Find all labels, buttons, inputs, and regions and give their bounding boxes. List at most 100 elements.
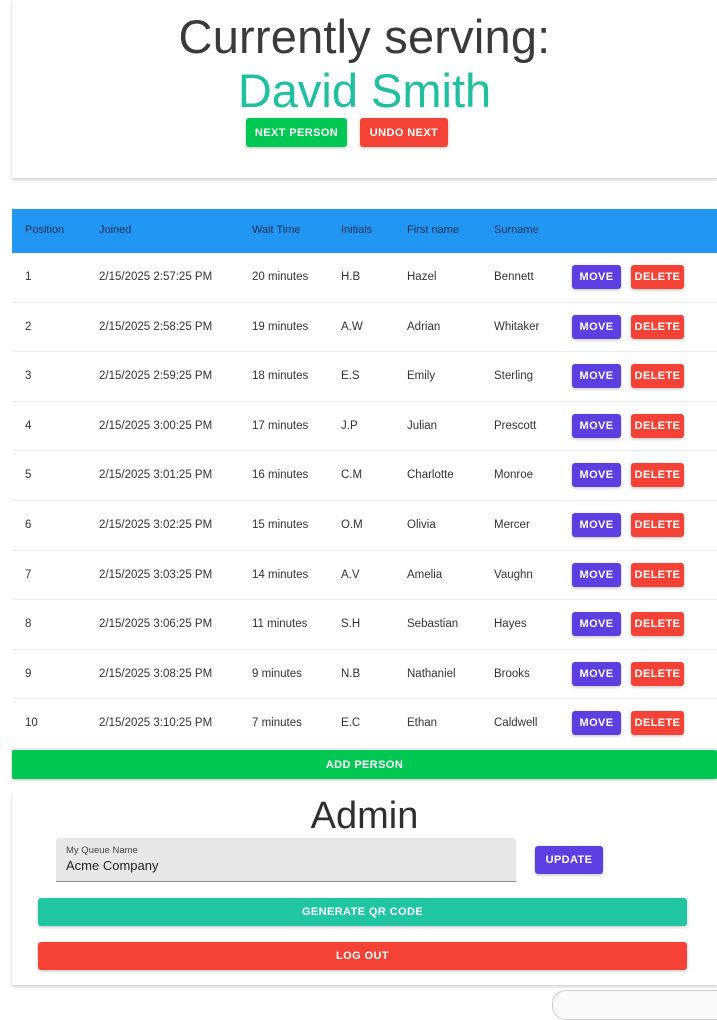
queue-name-field[interactable]: My Queue Name bbox=[56, 838, 516, 882]
cell-first-name: Ethan bbox=[407, 717, 438, 730]
cell-joined: 2/15/2025 3:08:25 PM bbox=[99, 667, 213, 680]
header-joined: Joined bbox=[99, 224, 132, 236]
table-header: Position Joined Wait Time Initials First… bbox=[12, 209, 717, 253]
cell-initials: E.S bbox=[341, 370, 360, 383]
move-button[interactable]: MOVE bbox=[572, 512, 621, 537]
cell-initials: E.C bbox=[341, 717, 361, 730]
cell-surname: Prescott bbox=[494, 419, 537, 432]
move-button[interactable]: MOVE bbox=[572, 314, 621, 339]
cell-surname: Bennett bbox=[494, 271, 534, 283]
cell-joined: 2/15/2025 3:10:25 PM bbox=[99, 717, 213, 730]
table-row: 5 2/15/2025 3:01:25 PM 16 minutes C.M Charlo… bbox=[12, 451, 717, 501]
cell-first-name: Julian bbox=[407, 419, 438, 432]
move-button[interactable]: MOVE bbox=[572, 661, 621, 686]
delete-button[interactable]: DELETE bbox=[631, 314, 684, 339]
delete-button[interactable]: DELETE bbox=[631, 512, 684, 537]
serving-title: Currently serving: bbox=[178, 10, 551, 63]
cell-wait-time: 7 minutes bbox=[252, 717, 302, 730]
header-surname: Surname bbox=[494, 224, 539, 236]
table-body: 1 2/15/2025 2:57:25 PM 20 minutes H.B Hazel B… bbox=[12, 253, 717, 749]
cell-surname: Hayes bbox=[494, 618, 527, 631]
next-person-button[interactable]: NEXT PERSON bbox=[246, 118, 347, 147]
add-person-button[interactable]: ADD PERSON bbox=[12, 750, 717, 779]
currently-serving-card: Currently serving: David Smith bbox=[12, 0, 717, 178]
cell-position: 1 bbox=[25, 271, 32, 283]
floating-overlay-edge bbox=[552, 990, 717, 1020]
cell-position: 6 bbox=[25, 518, 32, 531]
cell-position: 2 bbox=[25, 320, 32, 333]
cell-initials: N.B bbox=[341, 667, 361, 680]
cell-joined: 2/15/2025 3:00:25 PM bbox=[99, 419, 213, 432]
header-wait-time: Wait Time bbox=[252, 224, 301, 236]
cell-wait-time: 19 minutes bbox=[252, 320, 309, 333]
delete-button[interactable]: DELETE bbox=[631, 562, 684, 587]
generate-qr-code-button[interactable]: GENERATE QR CODE bbox=[38, 898, 687, 926]
table-row: 1 2/15/2025 2:57:25 PM 20 minutes H.B Hazel B… bbox=[12, 253, 717, 303]
cell-wait-time: 18 minutes bbox=[252, 370, 309, 383]
cell-wait-time: 14 minutes bbox=[252, 568, 309, 581]
cell-first-name: Emily bbox=[407, 370, 436, 383]
move-button[interactable]: MOVE bbox=[572, 463, 621, 488]
cell-first-name: Sebastian bbox=[407, 618, 459, 631]
cell-position: 3 bbox=[25, 370, 32, 383]
cell-initials: H.B bbox=[341, 271, 361, 283]
table-row: 8 2/15/2025 3:06:25 PM 11 minutes S.H Sebast… bbox=[12, 600, 717, 650]
cell-wait-time: 17 minutes bbox=[252, 419, 309, 432]
move-button[interactable]: MOVE bbox=[572, 364, 621, 389]
cell-first-name: Hazel bbox=[407, 271, 437, 283]
table-row: 6 2/15/2025 3:02:25 PM 15 minutes O.M Olivia… bbox=[12, 500, 717, 551]
move-button[interactable]: MOVE bbox=[572, 711, 621, 736]
move-button[interactable]: MOVE bbox=[572, 265, 621, 289]
cell-position: 5 bbox=[25, 469, 32, 482]
cell-initials: C.M bbox=[341, 469, 363, 482]
delete-button[interactable]: DELETE bbox=[631, 413, 684, 438]
cell-initials: A.W bbox=[341, 320, 363, 333]
move-button[interactable]: MOVE bbox=[572, 562, 621, 587]
cell-wait-time: 16 minutes bbox=[252, 469, 309, 482]
cell-joined: 2/15/2025 2:59:25 PM bbox=[99, 370, 213, 383]
serving-name: David Smith bbox=[237, 64, 492, 117]
admin-card: Admin My Queue Name UPDATE GENERATE QR C… bbox=[12, 793, 717, 985]
delete-button[interactable]: DELETE bbox=[631, 364, 684, 389]
cell-first-name: Nathaniel bbox=[407, 667, 456, 680]
cell-joined: 2/15/2025 3:01:25 PM bbox=[99, 469, 213, 482]
queue-name-input[interactable] bbox=[66, 858, 496, 873]
cell-initials: S.H bbox=[341, 618, 361, 631]
cell-position: 8 bbox=[25, 618, 32, 631]
table-row: 9 2/15/2025 3:08:25 PM 9 minutes N.B Nathani… bbox=[12, 649, 717, 700]
cell-wait-time: 11 minutes bbox=[252, 618, 308, 631]
table-row: 3 2/15/2025 2:59:25 PM 18 minutes E.S Emily S… bbox=[12, 352, 717, 402]
table-row: 4 2/15/2025 3:00:25 PM 17 minutes J.P Julian… bbox=[12, 401, 717, 452]
move-button[interactable]: MOVE bbox=[572, 413, 621, 438]
cell-position: 9 bbox=[25, 667, 32, 680]
cell-initials: A.V bbox=[341, 568, 360, 581]
log-out-button[interactable]: LOG OUT bbox=[38, 942, 687, 970]
table-row: 2 2/15/2025 2:58:25 PM 19 minutes A.W Adrian… bbox=[12, 302, 717, 353]
cell-surname: Whitaker bbox=[494, 320, 540, 333]
header-position: Position bbox=[25, 224, 65, 236]
cell-wait-time: 9 minutes bbox=[252, 667, 302, 680]
delete-button[interactable]: DELETE bbox=[631, 265, 684, 289]
cell-joined: 2/15/2025 3:02:25 PM bbox=[99, 518, 213, 531]
table-row: 7 2/15/2025 3:03:25 PM 14 minutes A.V Amelia… bbox=[12, 550, 717, 601]
move-button[interactable]: MOVE bbox=[572, 612, 621, 637]
undo-next-button[interactable]: UNDO NEXT bbox=[360, 118, 448, 147]
cell-surname: Brooks bbox=[494, 667, 530, 680]
update-button[interactable]: UPDATE bbox=[535, 846, 603, 874]
queue-name-label: My Queue Name bbox=[66, 845, 138, 856]
cell-first-name: Charlotte bbox=[407, 469, 454, 482]
cell-initials: J.P bbox=[341, 419, 358, 432]
queue-table: Position Joined Wait Time Initials First… bbox=[12, 209, 717, 749]
delete-button[interactable]: DELETE bbox=[631, 612, 684, 637]
cell-wait-time: 20 minutes bbox=[252, 271, 309, 283]
cell-position: 4 bbox=[25, 419, 32, 432]
cell-position: 7 bbox=[25, 568, 32, 581]
cell-first-name: Olivia bbox=[407, 518, 436, 531]
cell-joined: 2/15/2025 3:06:25 PM bbox=[99, 618, 213, 631]
delete-button[interactable]: DELETE bbox=[631, 463, 684, 488]
header-first-name: First name bbox=[407, 224, 459, 236]
delete-button[interactable]: DELETE bbox=[631, 711, 684, 736]
cell-surname: Mercer bbox=[494, 518, 530, 531]
header-initials: Initials bbox=[341, 224, 373, 236]
delete-button[interactable]: DELETE bbox=[631, 661, 684, 686]
